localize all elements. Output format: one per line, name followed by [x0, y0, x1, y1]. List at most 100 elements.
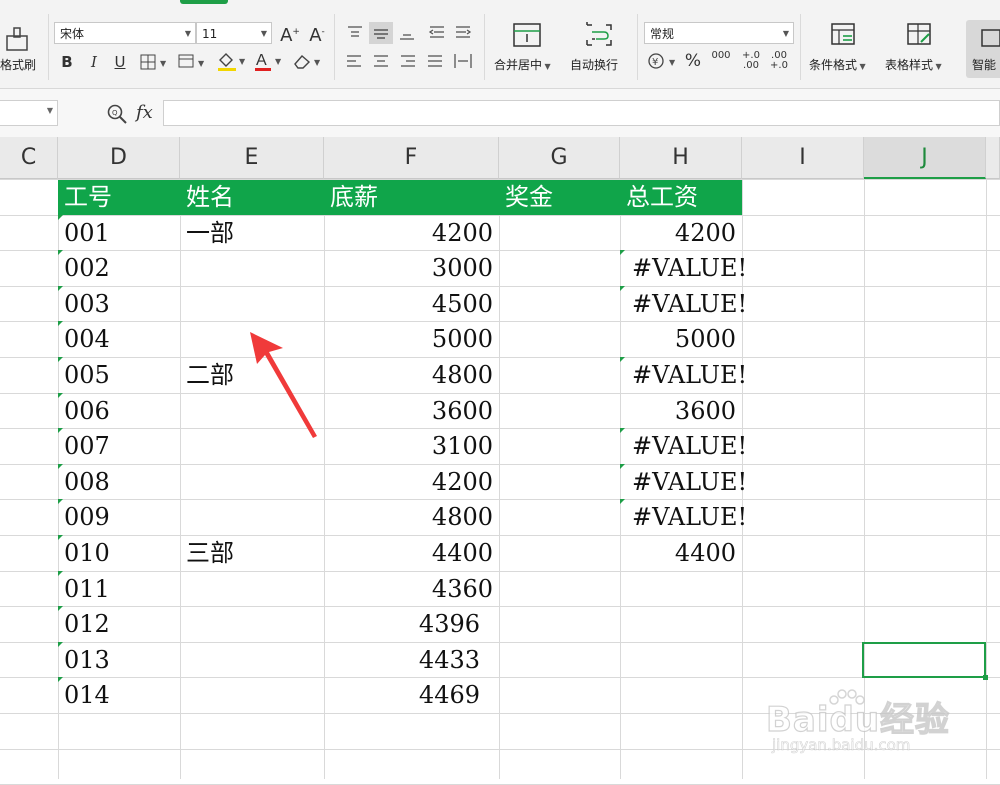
fx-icon[interactable]: fx — [136, 102, 153, 123]
cell-employee-id[interactable]: 001 — [64, 216, 110, 251]
wrap-text-icon — [586, 22, 612, 46]
underline-button[interactable]: U — [110, 52, 130, 72]
cell-total-salary-error[interactable]: #VALUE! — [632, 251, 747, 286]
cell-total-salary-error[interactable]: #VALUE! — [632, 358, 747, 393]
column-header-g[interactable]: G — [499, 137, 620, 179]
cell-base-salary[interactable]: 4396 — [330, 607, 480, 642]
cell-total-salary-error[interactable]: #VALUE! — [632, 429, 747, 464]
column-header-h[interactable]: H — [620, 137, 742, 179]
cell-base-salary[interactable]: 4200 — [330, 465, 493, 500]
cell-total-salary[interactable]: 3600 — [626, 394, 736, 429]
cell-total-salary[interactable] — [626, 643, 736, 678]
cell-employee-id[interactable]: 005 — [64, 358, 110, 393]
header-id[interactable]: 工号 — [64, 180, 112, 215]
bold-button[interactable]: B — [57, 52, 77, 72]
cell-base-salary[interactable]: 4800 — [330, 500, 493, 535]
column-header-c[interactable]: C — [0, 137, 58, 179]
column-header-f[interactable]: F — [324, 137, 499, 179]
cell-base-salary[interactable]: 4800 — [330, 358, 493, 393]
cell-department[interactable]: 三部 — [186, 536, 234, 571]
text-number-indicator — [58, 677, 63, 682]
cell-total-salary[interactable]: 5000 — [626, 322, 736, 357]
increase-font-icon[interactable]: A+ — [279, 22, 301, 46]
zoom-search-icon[interactable]: Q — [106, 103, 128, 125]
header-base-salary[interactable]: 底薪 — [330, 180, 378, 215]
increase-decimal-button[interactable]: +.0 .00 — [738, 51, 764, 71]
cell-employee-id[interactable]: 004 — [64, 322, 110, 357]
table-style-button[interactable]: 表格样式 ▼ — [882, 20, 956, 80]
cell-department[interactable]: 二部 — [186, 358, 234, 393]
formula-input[interactable] — [163, 100, 1000, 126]
cell-total-salary-error[interactable]: #VALUE! — [632, 287, 747, 322]
header-name[interactable]: 姓名 — [186, 180, 234, 215]
column-header-i[interactable]: I — [742, 137, 864, 179]
cell-base-salary[interactable]: 3000 — [330, 251, 493, 286]
text-number-indicator — [58, 428, 63, 433]
percent-button[interactable]: % — [682, 51, 704, 71]
cell-employee-id[interactable]: 002 — [64, 251, 110, 286]
column-header-k[interactable] — [986, 137, 1000, 179]
cell-employee-id[interactable]: 006 — [64, 394, 110, 429]
wrap-text-button[interactable]: 自动换行 — [568, 20, 632, 80]
cell-base-salary[interactable]: 3100 — [330, 429, 493, 464]
error-indicator — [620, 499, 625, 504]
cell-total-salary[interactable]: 4200 — [626, 216, 736, 251]
column-header-d[interactable]: D — [58, 137, 180, 179]
fill-handle[interactable] — [983, 675, 988, 680]
cell-base-salary[interactable]: 4200 — [330, 216, 493, 251]
format-painter-button[interactable]: 格式刷 — [0, 18, 46, 80]
font-name-select[interactable]: 宋体 ▼ — [54, 22, 196, 44]
cell-total-salary[interactable] — [626, 607, 736, 642]
merge-center-button[interactable]: 合并居中 ▼ — [492, 20, 564, 80]
cell-employee-id[interactable]: 012 — [64, 607, 110, 642]
cell-total-salary[interactable] — [626, 572, 736, 607]
cell-total-salary-error[interactable]: #VALUE! — [632, 465, 747, 500]
font-color-icon[interactable]: A ▼ — [254, 50, 286, 72]
italic-button[interactable]: I — [84, 52, 104, 72]
font-size-select[interactable]: 11 ▼ — [196, 22, 272, 44]
fill-color-icon[interactable]: ▼ — [216, 50, 248, 72]
thousands-button[interactable]: 000 — [708, 51, 734, 61]
currency-icon[interactable]: ¥ ▼ — [648, 52, 680, 70]
cell-base-salary[interactable]: 5000 — [330, 322, 493, 357]
cell-employee-id[interactable]: 013 — [64, 643, 110, 678]
vertical-align-icons[interactable] — [344, 22, 476, 44]
header-bonus[interactable]: 奖金 — [505, 180, 553, 215]
cell-employee-id[interactable]: 009 — [64, 500, 110, 535]
cell-total-salary-error[interactable]: #VALUE! — [632, 500, 747, 535]
cell-style-icon[interactable]: ▼ — [178, 54, 208, 70]
row-gridline — [0, 713, 1000, 714]
horizontal-align-icons[interactable] — [344, 52, 476, 72]
cell-total-salary[interactable]: 4400 — [626, 536, 736, 571]
column-header-j[interactable]: J — [864, 137, 986, 179]
cell-base-salary[interactable]: 4500 — [330, 287, 493, 322]
row-gridline — [0, 571, 1000, 572]
smart-toolbox-button[interactable]: 智能 — [966, 20, 1000, 78]
number-format-select[interactable]: 常规 ▼ — [644, 22, 794, 44]
cell-base-salary[interactable]: 4469 — [330, 678, 480, 713]
cell-employee-id[interactable]: 014 — [64, 678, 110, 713]
cell-total-salary[interactable] — [626, 678, 736, 713]
header-total-salary[interactable]: 总工资 — [626, 180, 698, 215]
cell-employee-id[interactable]: 007 — [64, 429, 110, 464]
cell-employee-id[interactable]: 011 — [64, 572, 110, 607]
selected-cell[interactable] — [862, 642, 986, 678]
cell-base-salary[interactable]: 4433 — [330, 643, 480, 678]
chevron-down-icon: ▼ — [782, 29, 789, 38]
error-indicator — [620, 464, 625, 469]
toolbox-icon — [981, 29, 1000, 47]
eraser-icon[interactable]: ▼ — [292, 52, 324, 70]
cell-employee-id[interactable]: 003 — [64, 287, 110, 322]
cell-employee-id[interactable]: 010 — [64, 536, 110, 571]
name-box[interactable]: ▼ — [0, 100, 58, 126]
conditional-format-button[interactable]: 条件格式 ▼ — [806, 20, 878, 80]
cell-base-salary[interactable]: 3600 — [330, 394, 493, 429]
cell-base-salary[interactable]: 4400 — [330, 536, 493, 571]
column-header-e[interactable]: E — [180, 137, 324, 179]
cell-employee-id[interactable]: 008 — [64, 465, 110, 500]
cell-department[interactable]: 一部 — [186, 216, 234, 251]
decrease-decimal-button[interactable]: .00 +.0 — [766, 51, 792, 71]
border-icon[interactable]: ▼ — [140, 54, 170, 70]
cell-base-salary[interactable]: 4360 — [330, 572, 493, 607]
decrease-font-icon[interactable]: A- — [306, 22, 328, 46]
